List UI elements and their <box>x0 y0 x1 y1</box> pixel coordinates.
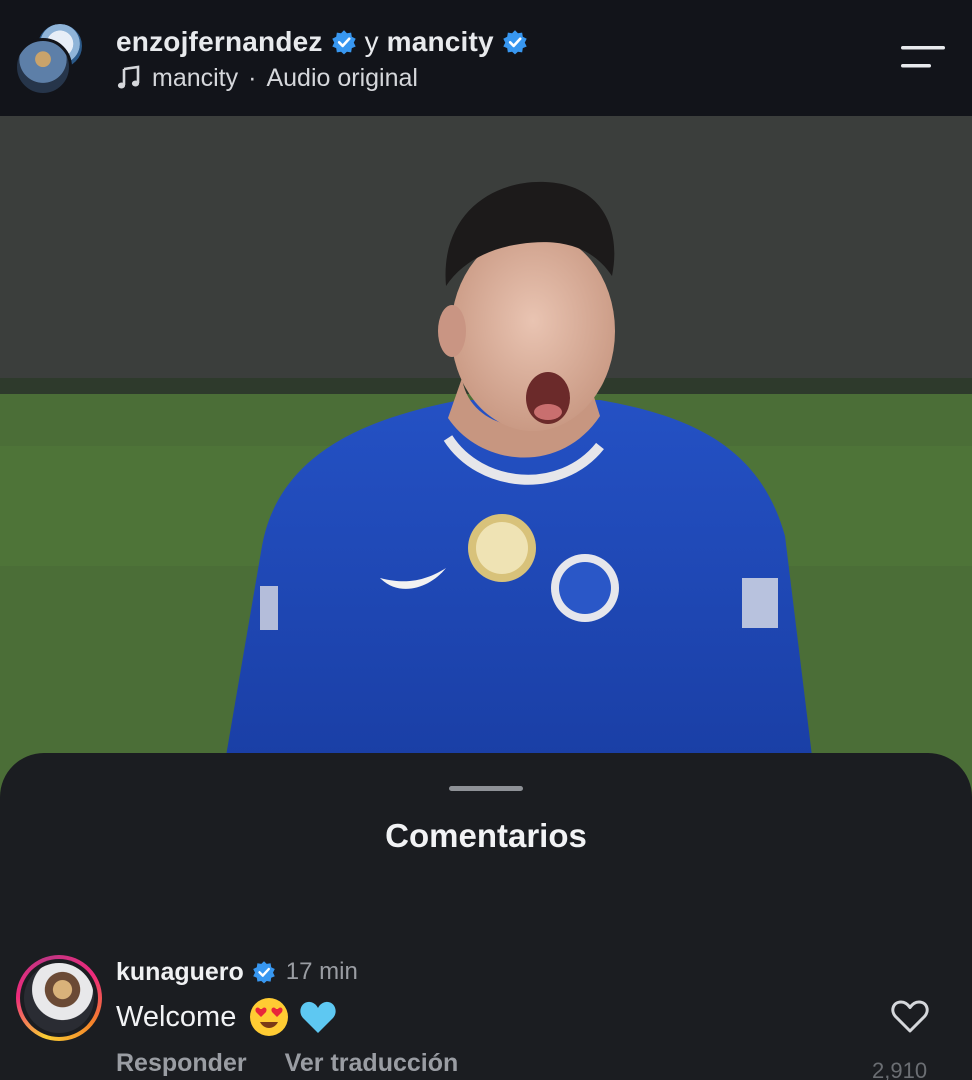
commenter-avatar[interactable] <box>16 955 102 1041</box>
author-username-2[interactable]: mancity <box>387 26 494 58</box>
collab-avatars[interactable] <box>14 22 88 96</box>
author-names: enzojfernandez y mancity <box>116 22 528 62</box>
reply-button[interactable]: Responder <box>116 1049 247 1078</box>
sheet-grabber[interactable] <box>449 786 523 791</box>
comment-text: Welcome <box>116 1000 237 1033</box>
comments-title: Comentarios <box>385 817 587 854</box>
like-count: 2,910 <box>872 1058 928 1080</box>
avatar-enzojfernandez[interactable] <box>14 38 72 96</box>
avatar-image <box>24 963 94 1033</box>
blue-heart-emoji-icon <box>300 1001 336 1033</box>
author-username-1[interactable]: enzojfernandez <box>116 26 323 58</box>
reel-video[interactable] <box>0 116 972 806</box>
heart-eyes-emoji-icon <box>250 998 289 1036</box>
verified-badge-icon <box>331 30 356 55</box>
audio-link[interactable]: mancity · Audio original <box>116 60 418 96</box>
verified-badge-icon <box>503 30 527 55</box>
heart-outline-icon[interactable] <box>890 998 930 1034</box>
menu-icon[interactable] <box>898 40 948 74</box>
verified-badge-icon <box>252 961 275 984</box>
comment-header: kunaguero 17 min <box>116 955 358 989</box>
comment-body: Welcome <box>116 997 338 1037</box>
translate-button[interactable]: Ver traducción <box>285 1049 459 1078</box>
collab-connector: y <box>364 26 379 57</box>
video-frame-illustration <box>0 116 972 806</box>
avatar-ring-gap <box>20 959 98 1037</box>
comment-username[interactable]: kunaguero <box>116 958 244 987</box>
audio-separator: · <box>248 63 257 92</box>
comment-actions: Responder Ver traducción <box>116 1045 458 1080</box>
reel-header: enzojfernandez y mancity mancity · Audio… <box>0 0 972 116</box>
comment-timestamp: 17 min <box>285 958 358 985</box>
audio-account: mancity <box>152 63 239 92</box>
audio-label: Audio original <box>266 63 418 92</box>
comments-sheet: Comentarios kunaguero 17 min Welcome Res… <box>0 753 972 1080</box>
music-note-icon <box>117 65 140 89</box>
